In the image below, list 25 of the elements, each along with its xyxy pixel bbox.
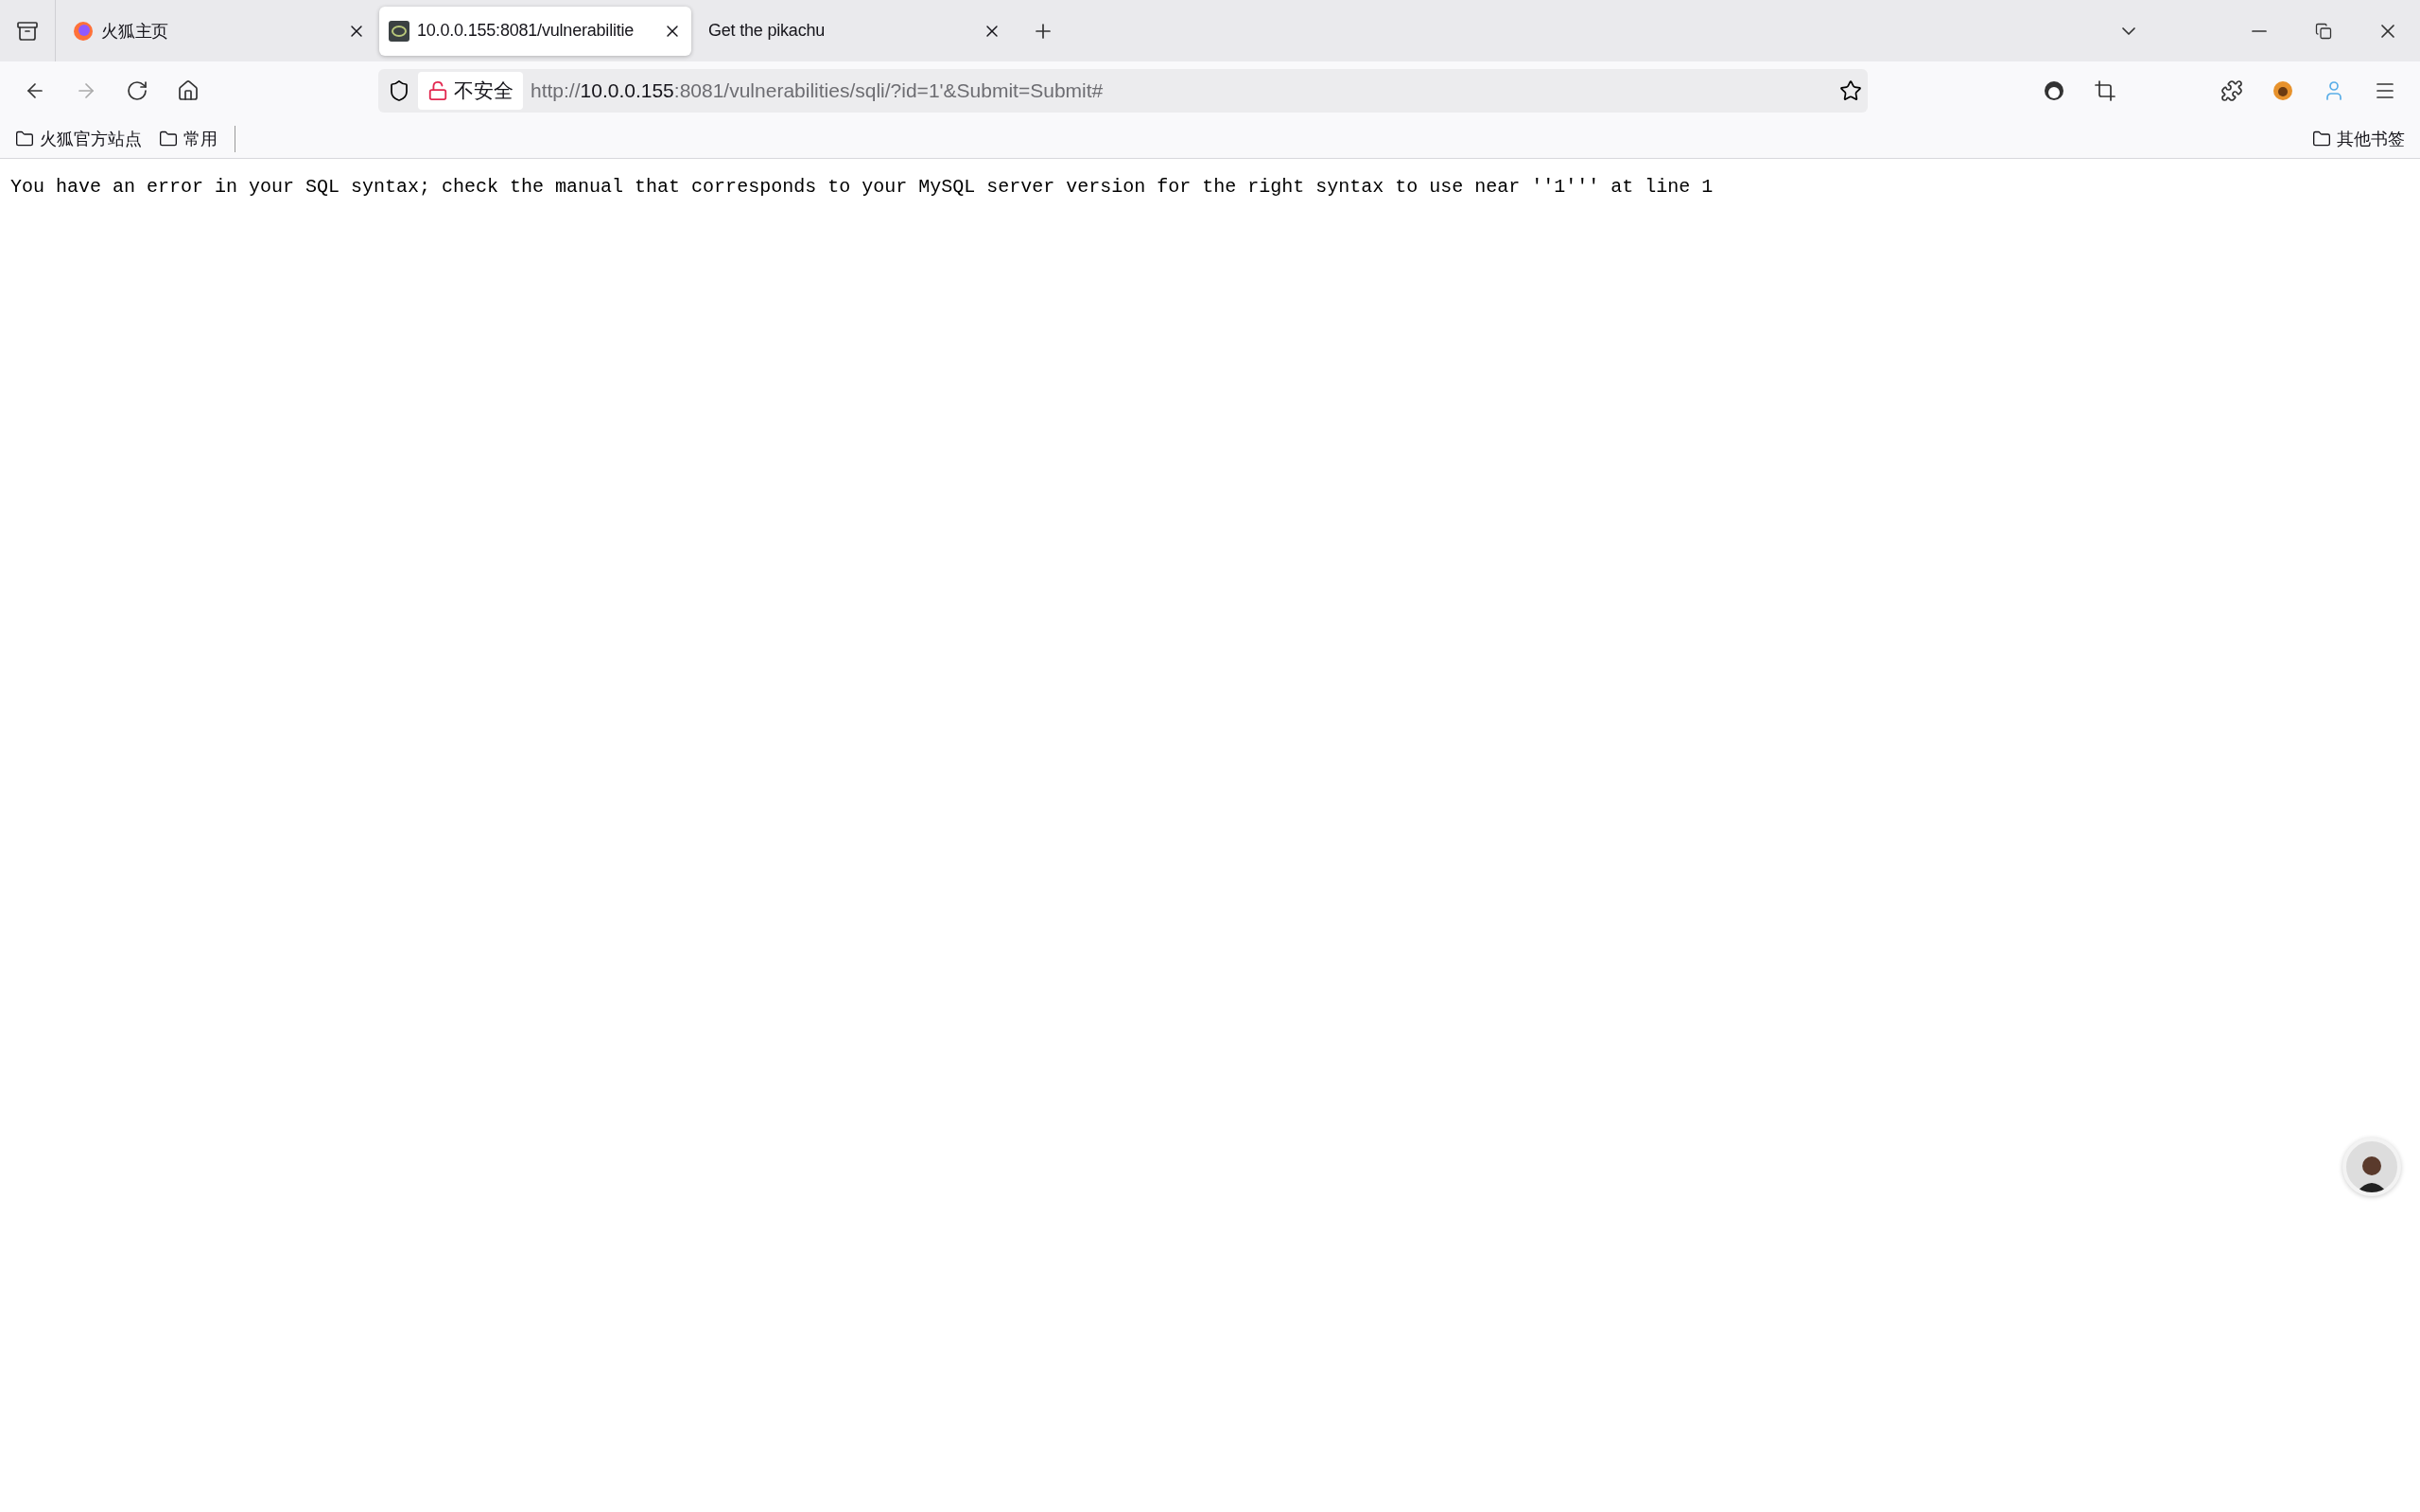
shield-icon[interactable]: [388, 79, 410, 102]
bookmark-folder[interactable]: 常用: [159, 128, 218, 150]
home-icon[interactable]: [177, 79, 200, 102]
address-bar[interactable]: 不安全 http://10.0.0.155:8081/vulnerabilities/sqli/?id=1'&Submit=Submit#: [378, 69, 1868, 113]
unlocked-icon: [427, 80, 448, 101]
avatar-button[interactable]: [2342, 1138, 2401, 1196]
security-indicator[interactable]: 不安全: [418, 72, 523, 110]
browser-logo-icon: [73, 20, 94, 42]
error-message: You have an error in your SQL syntax; check the manual that corresponds to your MySQL server version for the right syntax to use near ''1''' at line 1: [10, 176, 1714, 198]
reload-icon[interactable]: [126, 79, 148, 102]
extensions-icon[interactable]: [2220, 79, 2243, 102]
browser-tab[interactable]: Get the pikachu: [699, 6, 1011, 56]
star-icon[interactable]: [1839, 79, 1862, 102]
browser-tab[interactable]: 10.0.0.155:8081/vulnerabilitie: [379, 6, 691, 56]
site-icon: [389, 20, 409, 42]
restore-icon[interactable]: [2315, 22, 2332, 40]
url-text: http://10.0.0.155:8081/vulnerabilities/sqli/?id=1'&Submit=Submit#: [531, 79, 1105, 102]
bookmark-folder[interactable]: 其他书签: [2312, 128, 2405, 150]
crop-icon[interactable]: [2094, 79, 2116, 102]
folder-icon: [2312, 130, 2331, 148]
browser-tab[interactable]: 火狐主页: [63, 6, 375, 56]
tab-list-icon[interactable]: [16, 19, 39, 43]
folder-icon: [159, 130, 178, 148]
folder-icon: [15, 130, 34, 148]
bookmark-folder[interactable]: 火狐官方站点: [15, 128, 142, 150]
